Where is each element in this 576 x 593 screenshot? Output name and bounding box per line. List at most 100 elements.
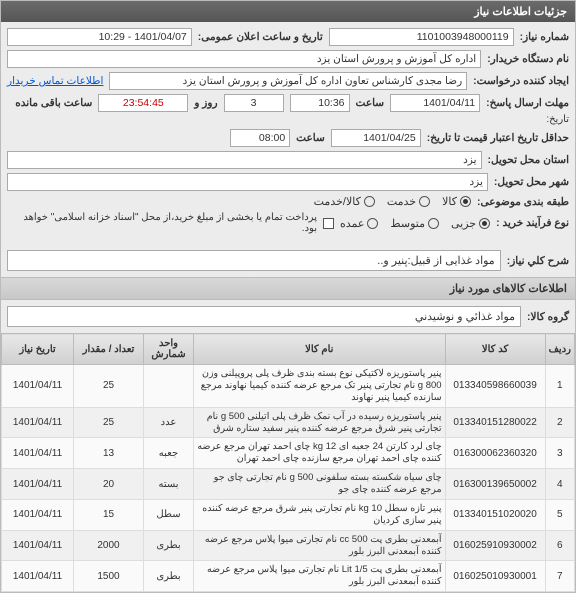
cell-qty: 15 (74, 499, 144, 530)
deadline-label: مهلت ارسال پاسخ: (486, 97, 569, 109)
radio-icon (479, 218, 490, 229)
panel-title: جزئیات اطلاعات نیاز (1, 1, 575, 22)
need-no-label: شماره نیاز: (520, 31, 569, 43)
treasury-checkbox[interactable] (323, 218, 334, 229)
cell-date: 1401/04/11 (2, 561, 74, 592)
remain-days: 3 (224, 94, 284, 112)
cell-code: 016300139650002 (445, 469, 545, 500)
th-code[interactable]: کد کالا (445, 334, 545, 365)
table-row[interactable]: 6016025910930002آبمعدنی بطری پت cc 500 ن… (2, 530, 575, 561)
cell-date: 1401/04/11 (2, 469, 74, 500)
radio-icon (364, 196, 375, 207)
need-no-value: 1101003948000119 (329, 28, 514, 46)
group-label: گروه کالا: (527, 311, 569, 323)
need-desc-label: شرح کلي نیاز: (507, 255, 569, 267)
cell-unit: جعبه (144, 438, 194, 469)
cell-index: 6 (545, 530, 574, 561)
creator-label: ایجاد کننده درخواست: (473, 75, 569, 87)
remain-time: 23:54:45 (98, 94, 188, 112)
cell-qty: 13 (74, 438, 144, 469)
buyer-org-label: نام دستگاه خریدار: (487, 53, 569, 65)
validity-label: حداقل تاریخ اعتبار قیمت تا تاریخ: (427, 132, 569, 144)
radio-icon (367, 218, 378, 229)
table-row[interactable]: 2013340151280022پنیر پاستوریزه رسیده در … (2, 407, 575, 438)
remain-days-mid: روز و (194, 97, 217, 109)
cell-index: 2 (545, 407, 574, 438)
cell-index: 4 (545, 469, 574, 500)
process-radio-group: جزیی متوسط عمده (340, 217, 490, 230)
remain-suffix: ساعت باقی مانده (15, 97, 92, 109)
cell-unit: بطری (144, 530, 194, 561)
time-word-1: ساعت (356, 97, 385, 109)
process-label: نوع فرآیند خرید : (496, 217, 569, 229)
group-value: مواد غذائي و نوشیدني (7, 306, 521, 327)
buyer-org-value: اداره کل آموزش و پرورش استان یزد (7, 50, 481, 68)
cell-unit: بطری (144, 561, 194, 592)
cell-name: پنیر تازه سطل kg 10 نام تجارتی پنیر شرق … (194, 499, 446, 530)
th-qty[interactable]: تعداد / مقدار (74, 334, 144, 365)
cell-name: آبمعدنی بطری پت Lit 1/5 نام تجارتی میوا … (194, 561, 446, 592)
radio-label: کالا (442, 195, 457, 208)
th-index[interactable]: ردیف (545, 334, 574, 365)
category-radio-group: کالا خدمت کالا/خدمت (314, 195, 471, 208)
th-unit[interactable]: واحد شمارش (144, 334, 194, 365)
table-row[interactable]: 4016300139650002چای سیاه شکسته بسته سلفو… (2, 469, 575, 500)
cell-qty: 1500 (74, 561, 144, 592)
table-row[interactable]: 5013340151020020پنیر تازه سطل kg 10 نام … (2, 499, 575, 530)
category-label: طبقه بندی موضوعی: (477, 196, 569, 208)
cell-code: 016300062360320 (445, 438, 545, 469)
cell-unit: سطل (144, 499, 194, 530)
validity-date: 1401/04/25 (331, 129, 421, 147)
payment-note: پرداخت تمام یا بخشی از مبلغ خرید،از محل … (7, 212, 317, 234)
cell-code: 016025010930001 (445, 561, 545, 592)
cell-code: 016025910930002 (445, 530, 545, 561)
cell-index: 3 (545, 438, 574, 469)
creator-value: رضا مجدی کارشناس تعاون اداره کل آموزش و … (109, 72, 467, 90)
cell-date: 1401/04/11 (2, 499, 74, 530)
cell-unit: بسته (144, 469, 194, 500)
table-row[interactable]: 3016300062360320چای لرد کارتن 24 جعبه ای… (2, 438, 575, 469)
table-row[interactable]: 7016025010930001آبمعدنی بطری پت Lit 1/5 … (2, 561, 575, 592)
form-area: شماره نیاز: 1101003948000119 تاریخ و ساع… (1, 22, 575, 244)
radio-label: متوسط (390, 217, 425, 230)
radio-label: خدمت (387, 195, 416, 208)
cell-name: پنیر پاستوریزه رسیده در آب نمک ظرف پلی ا… (194, 407, 446, 438)
contact-info-link[interactable]: اطلاعات تماس خریدار (7, 75, 103, 87)
category-radio-both[interactable]: کالا/خدمت (314, 195, 375, 208)
process-radio-minor[interactable]: جزیی (451, 217, 490, 230)
cell-code: 013340598660039 (445, 365, 545, 408)
deliver-province-label: استان محل تحویل: (488, 154, 569, 166)
cell-name: آبمعدنی بطری پت cc 500 نام تجارتی میوا پ… (194, 530, 446, 561)
radio-icon (460, 196, 471, 207)
th-name[interactable]: نام کالا (194, 334, 446, 365)
process-radio-medium[interactable]: متوسط (390, 217, 439, 230)
cell-index: 7 (545, 561, 574, 592)
cell-unit: عدد (144, 407, 194, 438)
th-date[interactable]: تاریخ نیاز (2, 334, 74, 365)
cell-qty: 25 (74, 407, 144, 438)
cell-qty: 25 (74, 365, 144, 408)
cell-index: 1 (545, 365, 574, 408)
deadline-time: 10:36 (290, 94, 350, 112)
process-radio-major[interactable]: عمده (340, 217, 378, 230)
radio-label: جزیی (451, 217, 476, 230)
cell-date: 1401/04/11 (2, 530, 74, 561)
deadline-date: 1401/04/11 (390, 94, 480, 112)
announce-dt-label: تاریخ و ساعت اعلان عمومی: (198, 31, 323, 43)
deliver-city-value: یزد (7, 173, 488, 191)
category-radio-service[interactable]: خدمت (387, 195, 430, 208)
cell-date: 1401/04/11 (2, 438, 74, 469)
cell-name: پنیر پاستوریزه لاکتیکی نوع بسته بندی ظرف… (194, 365, 446, 408)
announce-dt-value: 1401/04/07 - 10:29 (7, 28, 192, 46)
cell-name: چای سیاه شکسته بسته سلفونی g 500 نام تجا… (194, 469, 446, 500)
cell-index: 5 (545, 499, 574, 530)
radio-icon (428, 218, 439, 229)
details-panel: جزئیات اطلاعات نیاز شماره نیاز: 11010039… (0, 0, 576, 593)
radio-icon (419, 196, 430, 207)
time-word-2: ساعت (296, 132, 325, 144)
category-radio-goods[interactable]: کالا (442, 195, 471, 208)
cell-code: 013340151280022 (445, 407, 545, 438)
cell-date: 1401/04/11 (2, 365, 74, 408)
need-desc-value: مواد غذایی از قبیل:پنیر و.. (7, 250, 501, 271)
table-row[interactable]: 1013340598660039پنیر پاستوریزه لاکتیکی ن… (2, 365, 575, 408)
